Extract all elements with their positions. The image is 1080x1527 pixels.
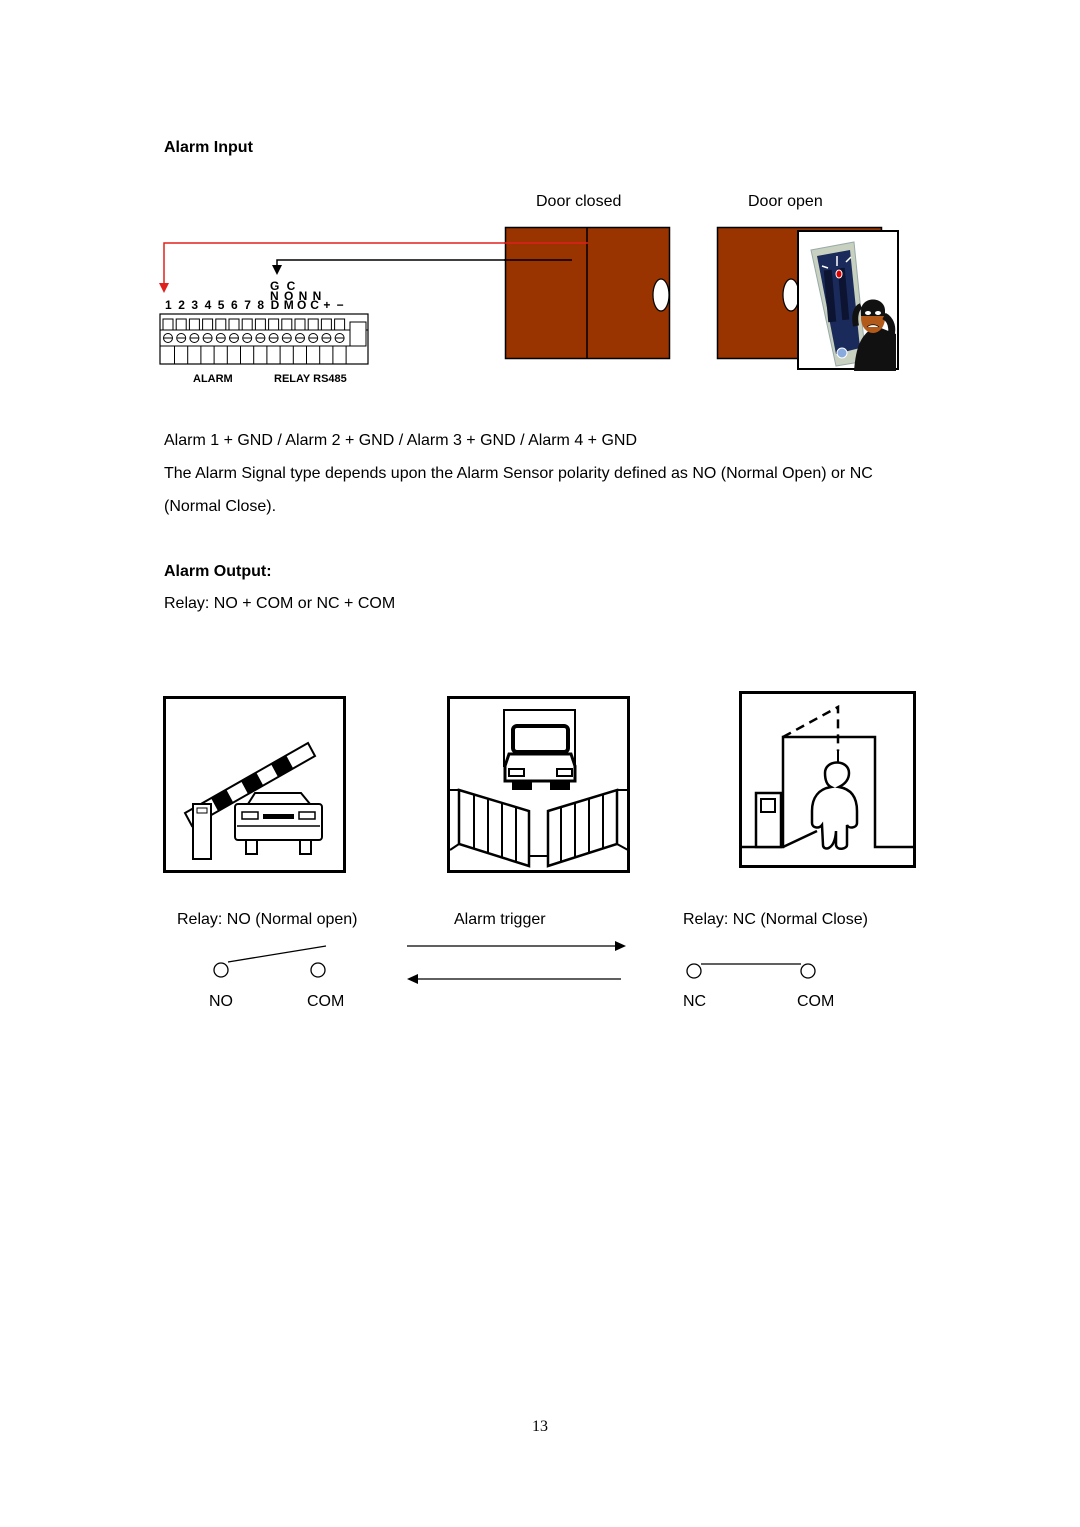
com-terminal-circle	[310, 962, 326, 978]
barrier-gate-car-illustration	[163, 696, 346, 873]
pin-label: 4	[204, 298, 212, 312]
reverse-arrowhead	[407, 974, 418, 984]
pin-label: 1	[165, 298, 172, 312]
ground-wire-arrowhead	[272, 265, 282, 275]
door-person-illustration	[739, 691, 916, 868]
door-closed-illustration	[504, 226, 671, 360]
pin-label: D	[270, 298, 280, 312]
open-contact-line	[227, 945, 327, 963]
relay-options-text: Relay: NO + COM or NC + COM	[164, 595, 396, 612]
pin-label: M	[283, 298, 294, 312]
nc-terminal-label: NC	[683, 993, 707, 1010]
door-handle	[782, 278, 800, 312]
page-number: 13	[532, 1418, 548, 1435]
trigger-arrows	[407, 941, 626, 984]
pin-label: C	[310, 298, 319, 312]
relay-nc-label: Relay: NC (Normal Close)	[683, 911, 868, 928]
terminal-block	[159, 313, 369, 365]
alarm-signal-description: The Alarm Signal type depends upon the A…	[164, 465, 873, 515]
sliding-gate-truck-illustration	[447, 696, 630, 873]
signal-wire-arrowhead	[159, 283, 169, 293]
com-terminal-circle	[800, 963, 816, 979]
relay-no-label: Relay: NO (Normal open)	[177, 911, 358, 928]
com-terminal-label-no: COM	[307, 993, 345, 1010]
nc-terminal-circle	[686, 963, 702, 979]
no-relay-switch	[213, 945, 327, 978]
no-terminal-circle	[213, 962, 229, 978]
no-terminal-label: NO	[209, 993, 233, 1010]
alarm-trigger-label: Alarm trigger	[454, 911, 546, 928]
pin-label: O	[297, 298, 307, 312]
pin-label: 8	[257, 298, 265, 312]
forward-arrowhead	[615, 941, 626, 951]
connector-group-label-relay-rs485: RELAY RS485	[274, 373, 347, 385]
com-terminal-label-nc: COM	[797, 993, 835, 1010]
alarm-output-heading: Alarm Output:	[164, 563, 272, 580]
connector-group-label-alarm: ALARM	[193, 373, 233, 385]
relay-schematic	[213, 941, 816, 984]
door-handle	[652, 278, 670, 312]
nc-relay-switch	[686, 963, 816, 979]
door-open-illustration	[716, 226, 899, 371]
truck-icon	[503, 709, 577, 790]
pin-label: 2	[178, 298, 185, 312]
alarm-input-pairs-text: Alarm 1 + GND / Alarm 2 + GND / Alarm 3 …	[164, 432, 638, 449]
pin-label: 7	[244, 298, 251, 312]
pin-label: 5	[217, 298, 225, 312]
pin-label: +	[323, 298, 331, 312]
pin-label: −	[336, 298, 344, 312]
pin-label: 3	[191, 298, 199, 312]
pin-label: 6	[231, 298, 238, 312]
